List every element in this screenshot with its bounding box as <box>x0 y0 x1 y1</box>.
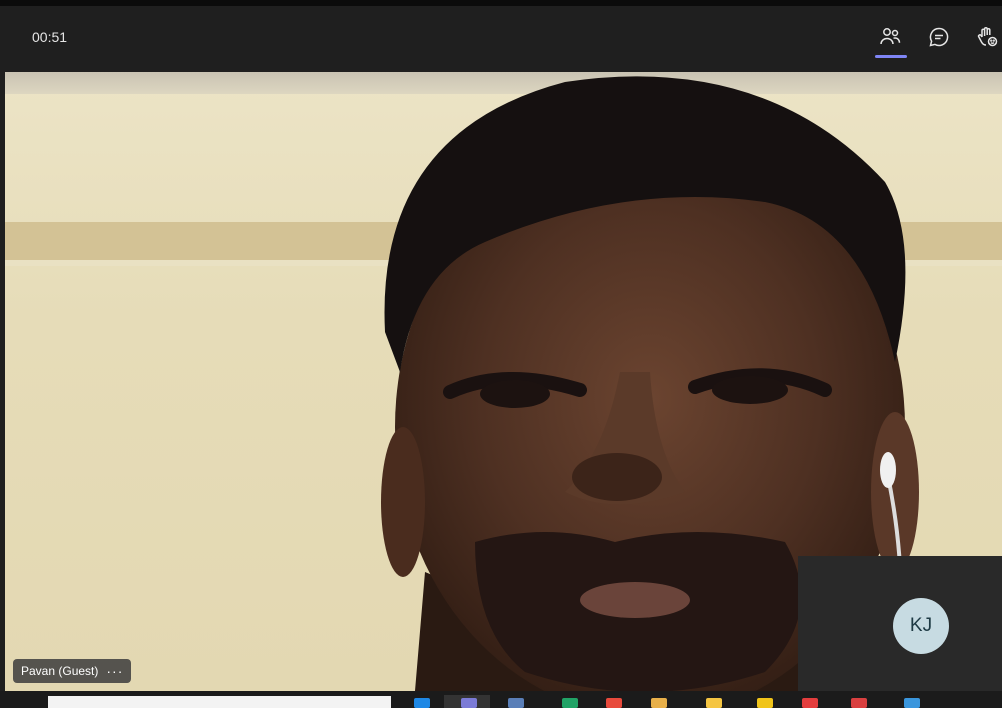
people-button[interactable] <box>873 20 907 58</box>
taskbar-app-icon[interactable] <box>606 698 622 708</box>
people-icon <box>880 28 901 45</box>
taskbar-app-icon[interactable] <box>461 698 477 708</box>
taskbar-app-icon[interactable] <box>508 698 524 708</box>
meeting-timer: 00:51 <box>32 29 68 45</box>
os-taskbar <box>0 691 1002 708</box>
taskbar-search-box[interactable] <box>48 696 391 708</box>
taskbar-app-icon[interactable] <box>757 698 773 708</box>
chat-button[interactable] <box>922 20 956 54</box>
taskbar-app-icon[interactable] <box>802 698 818 708</box>
more-options-button[interactable]: ··· <box>106 663 123 679</box>
taskbar-app-icon[interactable] <box>851 698 867 708</box>
avatar: KJ <box>893 598 949 654</box>
meeting-header: 00:51 <box>0 6 1002 68</box>
participant-name: Pavan (Guest) <box>21 664 99 678</box>
taskbar-app-icon[interactable] <box>904 698 920 708</box>
self-preview-tile[interactable]: KJ <box>798 556 1002 691</box>
taskbar-app-icon[interactable] <box>706 698 722 708</box>
participant-name-label: Pavan (Guest) ··· <box>13 659 132 683</box>
taskbar-app-icon[interactable] <box>562 698 578 708</box>
taskbar-app-icon[interactable] <box>414 698 430 708</box>
reactions-button[interactable] <box>970 20 1002 54</box>
raise-hand-icon <box>977 27 998 47</box>
active-indicator <box>875 55 907 58</box>
chat-icon <box>929 27 949 47</box>
taskbar-app-icon[interactable] <box>651 698 667 708</box>
